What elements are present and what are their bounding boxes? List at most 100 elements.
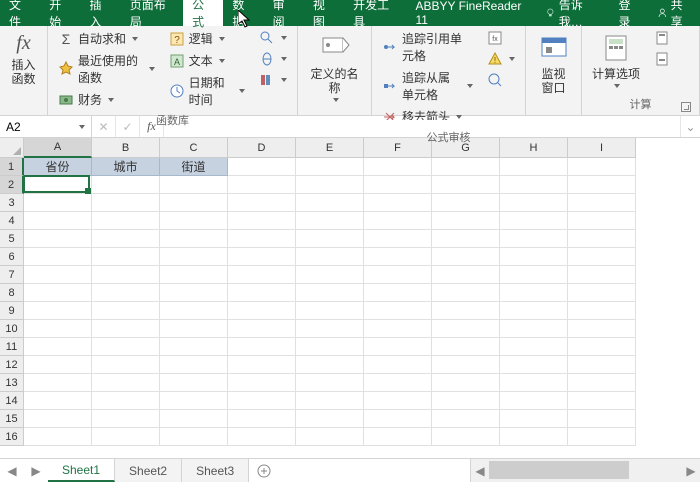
column-header[interactable]: C xyxy=(160,138,228,158)
evaluate-button[interactable] xyxy=(483,70,519,90)
cell[interactable] xyxy=(228,176,296,194)
cell[interactable] xyxy=(296,158,364,176)
tab-scroll-left-button[interactable]: ◀ xyxy=(0,459,24,482)
trace-precedents-button[interactable]: 追踪引用单元格 xyxy=(378,28,477,66)
cell[interactable] xyxy=(364,266,432,284)
cell[interactable] xyxy=(24,266,92,284)
scroll-thumb[interactable] xyxy=(489,461,629,479)
cell[interactable] xyxy=(568,230,636,248)
cell[interactable] xyxy=(296,176,364,194)
cell[interactable] xyxy=(568,194,636,212)
cell[interactable] xyxy=(92,194,160,212)
row-header[interactable]: 9 xyxy=(0,302,24,320)
cell[interactable] xyxy=(432,158,500,176)
cell[interactable] xyxy=(228,428,296,446)
sheet-tab-1[interactable]: Sheet1 xyxy=(48,459,115,482)
row-header[interactable]: 1 xyxy=(0,158,24,176)
show-formulas-button[interactable]: fx xyxy=(483,28,519,48)
cell[interactable] xyxy=(500,338,568,356)
cell[interactable] xyxy=(432,392,500,410)
cell[interactable] xyxy=(364,374,432,392)
row-header[interactable]: 13 xyxy=(0,374,24,392)
cell[interactable] xyxy=(92,410,160,428)
cell[interactable] xyxy=(92,338,160,356)
cell[interactable] xyxy=(500,302,568,320)
scroll-left-button[interactable]: ◀ xyxy=(471,459,489,482)
cell[interactable] xyxy=(92,266,160,284)
cell[interactable] xyxy=(296,338,364,356)
expand-formula-bar-button[interactable]: ⌄ xyxy=(680,116,700,137)
cell[interactable] xyxy=(500,176,568,194)
cell[interactable] xyxy=(432,356,500,374)
cell[interactable] xyxy=(364,284,432,302)
cell[interactable] xyxy=(296,302,364,320)
financial-button[interactable]: 财务 xyxy=(54,89,159,110)
row-header[interactable]: 5 xyxy=(0,230,24,248)
tab-layout[interactable]: 页面布局 xyxy=(121,0,183,26)
cell[interactable] xyxy=(24,230,92,248)
column-header[interactable]: A xyxy=(24,138,92,158)
insert-function-button[interactable]: fx 插入函数 xyxy=(6,28,41,86)
cell[interactable] xyxy=(568,410,636,428)
cell[interactable] xyxy=(432,320,500,338)
cell[interactable] xyxy=(24,194,92,212)
cell[interactable] xyxy=(364,392,432,410)
cell[interactable] xyxy=(24,410,92,428)
cell[interactable] xyxy=(432,302,500,320)
cell[interactable] xyxy=(364,194,432,212)
cell[interactable] xyxy=(364,230,432,248)
row-header[interactable]: 15 xyxy=(0,410,24,428)
cell[interactable] xyxy=(500,212,568,230)
cell[interactable] xyxy=(228,230,296,248)
cell[interactable] xyxy=(296,212,364,230)
cell[interactable] xyxy=(92,248,160,266)
cell[interactable] xyxy=(432,176,500,194)
cell[interactable] xyxy=(160,320,228,338)
cell[interactable] xyxy=(296,356,364,374)
cell[interactable] xyxy=(500,158,568,176)
cell[interactable] xyxy=(228,410,296,428)
tab-home[interactable]: 开始 xyxy=(40,0,80,26)
cell[interactable] xyxy=(296,284,364,302)
cell[interactable] xyxy=(24,356,92,374)
tab-insert[interactable]: 插入 xyxy=(80,0,120,26)
recent-fn-button[interactable]: 最近使用的函数 xyxy=(54,50,159,88)
cell[interactable] xyxy=(296,266,364,284)
lookup-button[interactable] xyxy=(255,28,291,48)
column-header[interactable]: E xyxy=(296,138,364,158)
cell[interactable] xyxy=(568,284,636,302)
trace-dependents-button[interactable]: 追踪从属单元格 xyxy=(378,67,477,105)
cell[interactable] xyxy=(228,320,296,338)
row-header[interactable]: 3 xyxy=(0,194,24,212)
cell[interactable] xyxy=(160,194,228,212)
cell[interactable] xyxy=(228,356,296,374)
cell[interactable] xyxy=(160,248,228,266)
new-sheet-button[interactable] xyxy=(249,464,279,478)
tab-view[interactable]: 视图 xyxy=(304,0,344,26)
cell[interactable] xyxy=(92,428,160,446)
cell[interactable] xyxy=(228,266,296,284)
cell[interactable] xyxy=(500,248,568,266)
cell[interactable] xyxy=(228,158,296,176)
cell[interactable] xyxy=(24,284,92,302)
horizontal-scrollbar[interactable]: ◀ ▶ xyxy=(470,459,700,482)
cell[interactable] xyxy=(160,266,228,284)
cell[interactable] xyxy=(228,212,296,230)
cell[interactable] xyxy=(432,338,500,356)
cell[interactable] xyxy=(160,302,228,320)
scroll-track[interactable] xyxy=(489,459,682,482)
cell[interactable] xyxy=(92,284,160,302)
cell[interactable] xyxy=(296,428,364,446)
text-button[interactable]: A文本 xyxy=(165,50,249,71)
cell[interactable] xyxy=(364,428,432,446)
cell[interactable] xyxy=(228,248,296,266)
cell[interactable] xyxy=(296,374,364,392)
column-header[interactable]: B xyxy=(92,138,160,158)
cell[interactable] xyxy=(24,248,92,266)
cell[interactable] xyxy=(500,428,568,446)
cell[interactable] xyxy=(160,338,228,356)
tab-scroll-right-button[interactable]: ▶ xyxy=(24,459,48,482)
cell[interactable] xyxy=(500,356,568,374)
cell[interactable] xyxy=(228,374,296,392)
cell[interactable] xyxy=(24,176,92,194)
